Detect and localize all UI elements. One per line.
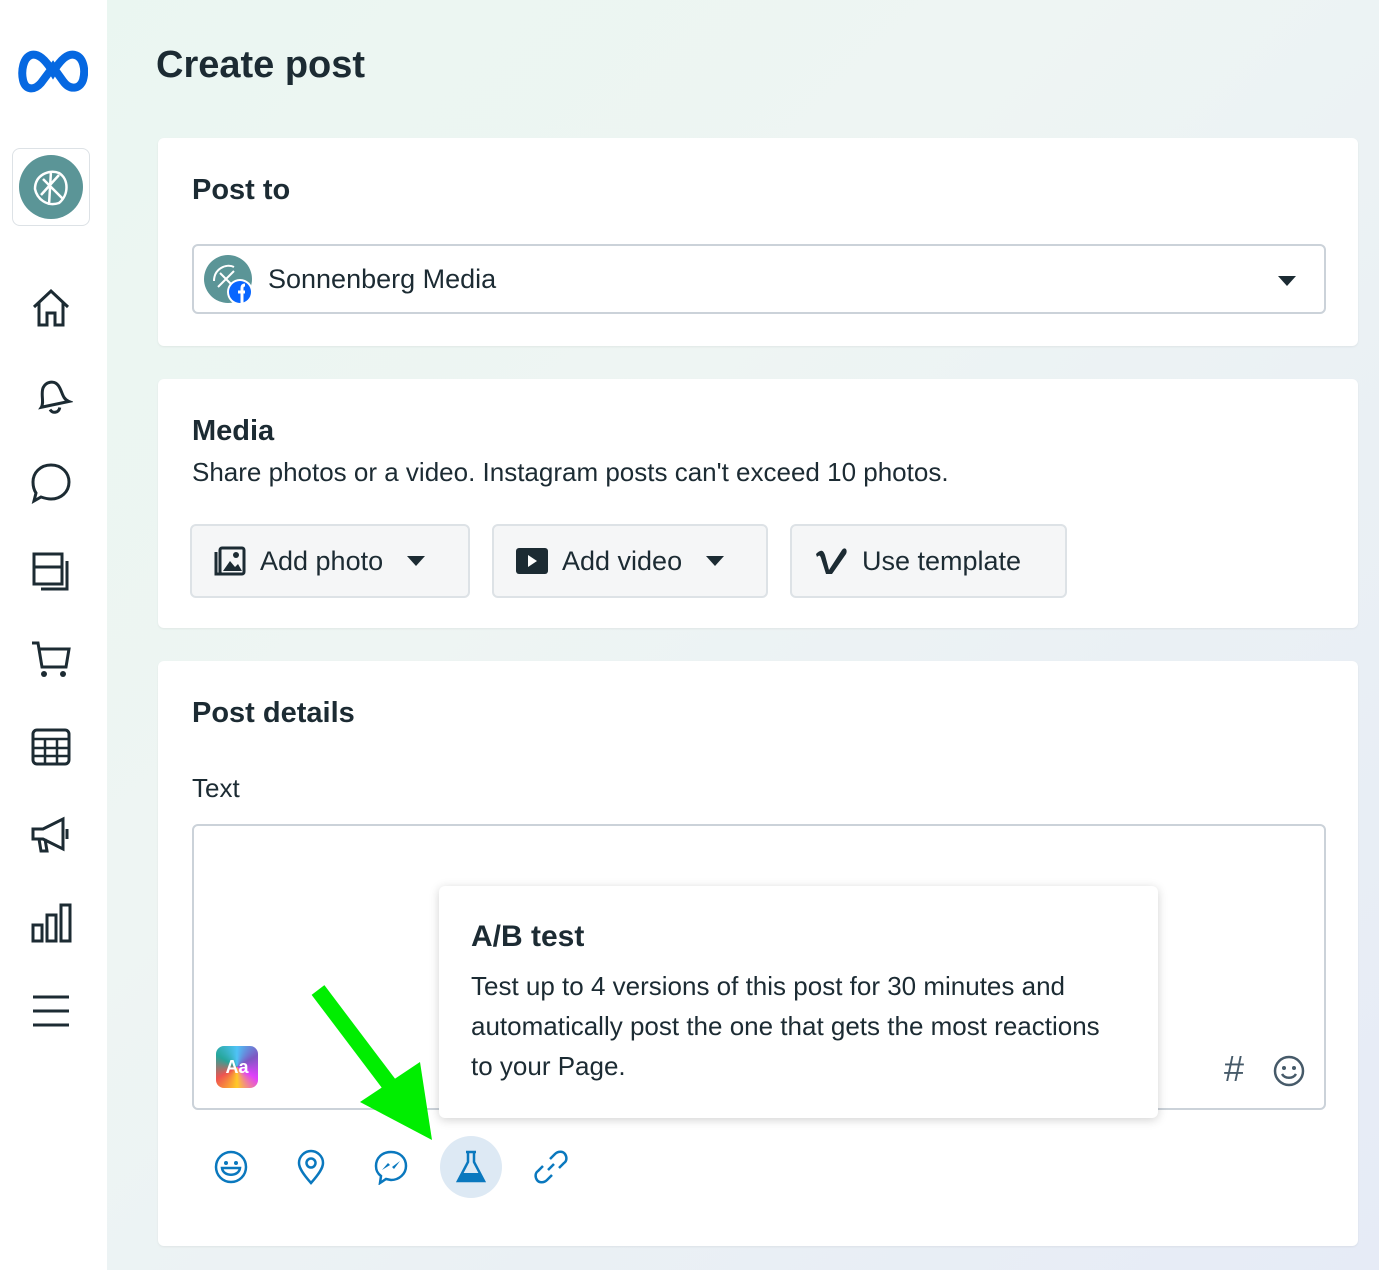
add-video-label: Add video <box>562 545 683 576</box>
tooltip-body: Test up to 4 versions of this post for 3… <box>471 971 1100 1081</box>
caret-down-icon <box>1278 276 1296 286</box>
megaphone-icon[interactable] <box>26 810 76 860</box>
post-details-heading: Post details <box>192 697 355 729</box>
page-avatar-icon <box>204 255 253 305</box>
menu-icon[interactable] <box>26 986 76 1036</box>
messenger-icon <box>374 1150 408 1185</box>
media-heading: Media <box>192 415 275 447</box>
media-card: Media Share photos or a video. Instagram… <box>158 379 1358 628</box>
use-template-button[interactable]: Use template <box>790 524 1067 598</box>
post-to-heading: Post to <box>192 174 291 206</box>
emoji-icon[interactable] <box>1272 1054 1306 1088</box>
use-template-label: Use template <box>862 545 1022 576</box>
pages-icon[interactable] <box>26 546 76 596</box>
add-video-button[interactable]: Add video <box>492 524 768 598</box>
ab-test-tooltip: A/B test Test up to 4 versions of this p… <box>439 886 1158 1118</box>
media-description: Share photos or a video. Instagram posts… <box>192 457 949 487</box>
add-photo-label: Add photo <box>260 545 384 576</box>
avatar <box>19 155 83 219</box>
feeling-icon <box>214 1150 248 1184</box>
page-title: Create post <box>156 44 366 86</box>
calendar-icon[interactable] <box>26 722 76 772</box>
bar-chart-icon[interactable] <box>26 898 76 948</box>
add-photo-button[interactable]: Add photo <box>190 524 470 598</box>
page-selector-dropdown[interactable]: Sonnenberg Media <box>192 244 1326 314</box>
caret-down-icon <box>706 556 725 566</box>
location-icon <box>297 1149 325 1185</box>
video-icon <box>516 548 548 574</box>
meta-logo-icon[interactable] <box>18 47 88 97</box>
post-to-card: Post to Sonnenberg Media <box>158 138 1358 346</box>
page-avatar-button[interactable] <box>12 148 90 226</box>
ab-test-icon <box>455 1150 487 1183</box>
link-button[interactable] <box>520 1136 582 1198</box>
text-label: Text <box>192 773 240 803</box>
bell-icon[interactable] <box>26 370 76 420</box>
text-format-button[interactable]: Aa <box>216 1046 258 1088</box>
selected-page: Sonnenberg Media <box>268 263 497 294</box>
sidebar <box>0 0 107 1270</box>
cart-icon[interactable] <box>26 634 76 684</box>
caret-down-icon <box>407 556 426 566</box>
tooltip-title: A/B test <box>471 920 585 953</box>
feeling-button[interactable] <box>200 1136 262 1198</box>
photo-icon <box>214 546 246 576</box>
vimeo-icon <box>816 548 847 574</box>
chat-icon[interactable] <box>26 458 76 508</box>
hashtag-button[interactable]: # <box>1224 1048 1244 1090</box>
link-icon <box>534 1150 568 1184</box>
home-icon[interactable] <box>26 282 76 332</box>
green-arrow-annotation <box>311 985 432 1140</box>
